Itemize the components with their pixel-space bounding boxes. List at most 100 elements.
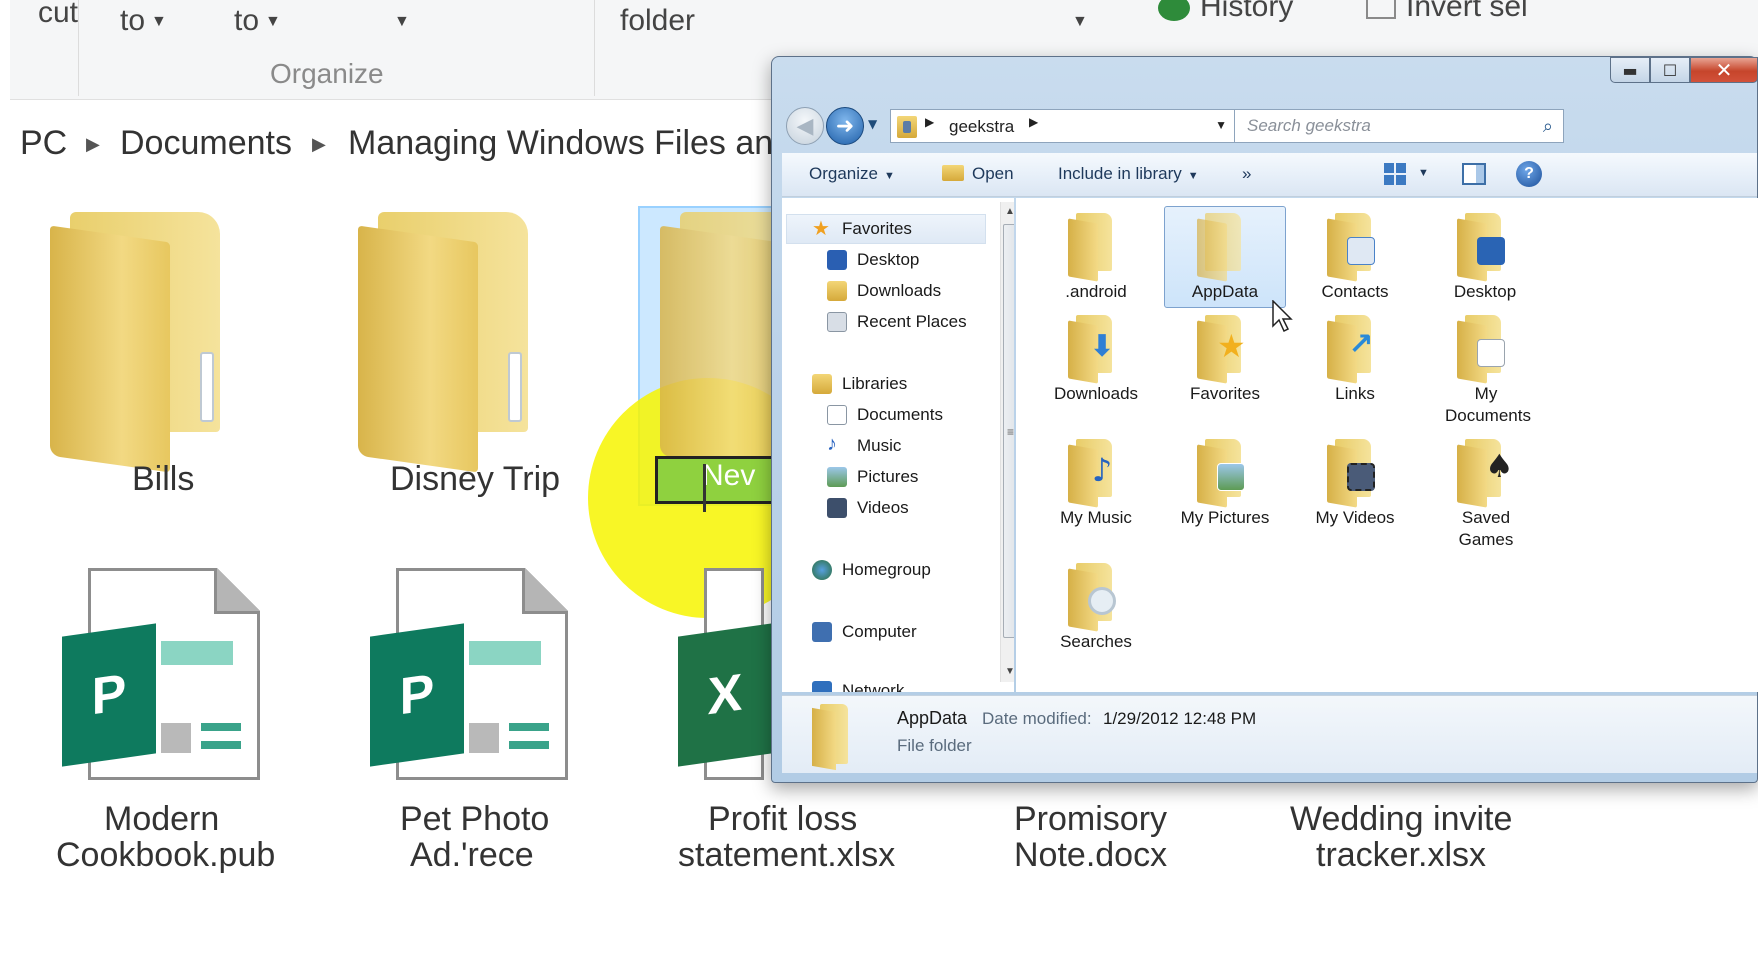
folder-favorites[interactable]: ★ Favorites xyxy=(1164,308,1286,410)
file-promisory-note-label-2: Note.docx xyxy=(1014,836,1168,874)
help-icon[interactable]: ? xyxy=(1516,161,1542,187)
breadcrumb-current-folder[interactable]: Managing Windows Files and xyxy=(348,124,792,163)
address-arrow-icon[interactable]: ▶ xyxy=(925,115,934,129)
ribbon-new-item-dropdown[interactable]: ▼ xyxy=(1066,4,1088,38)
folder-bills-label: Bills xyxy=(132,460,195,498)
ribbon-history[interactable]: History xyxy=(1158,0,1293,24)
address-arrow-icon[interactable]: ▶ xyxy=(1029,115,1038,129)
include-in-library-menu[interactable]: Include in library ▼ xyxy=(1058,164,1199,184)
folder-downloads[interactable]: ⬇ Downloads xyxy=(1035,308,1157,410)
ribbon-delete-dropdown[interactable]: ▼ xyxy=(388,4,410,38)
back-button[interactable]: ◀ xyxy=(786,107,824,145)
file-pet-photo-ad-label-2: Ad.'rece xyxy=(410,836,534,874)
navigation-pane: ★ Favorites Desktop Downloads Recent Plac… xyxy=(782,198,1014,692)
details-name: AppData xyxy=(897,708,968,728)
address-bar[interactable]: ▶ geekstra ▶ ▼ xyxy=(890,109,1236,143)
desktop-icon xyxy=(827,250,847,270)
file-pet-photo-ad-label: Pet Photo xyxy=(400,800,550,838)
links-folder-icon: ↗ xyxy=(1325,315,1387,384)
ribbon-copy-to[interactable]: to ▼ xyxy=(234,4,281,38)
contacts-overlay xyxy=(1347,237,1375,265)
close-button[interactable]: ✕ xyxy=(1690,57,1758,83)
file-wedding-invite-label-2: tracker.xlsx xyxy=(1316,836,1487,874)
my-videos-icon xyxy=(1325,439,1387,508)
file-promisory-note-label: Promisory xyxy=(1014,800,1168,838)
recent-pages-dropdown[interactable]: ▼ xyxy=(868,117,877,131)
my-pictures-icon xyxy=(1195,439,1257,508)
folder-desktop[interactable]: Desktop xyxy=(1424,206,1546,308)
ribbon-new-folder[interactable]: folder xyxy=(620,4,695,38)
breadcrumb-arrow-icon[interactable]: ▶ xyxy=(86,134,100,155)
search-input[interactable]: Search geekstra ⌕ xyxy=(1234,109,1564,143)
scroll-thumb[interactable]: ≡ xyxy=(1003,224,1014,638)
organize-menu[interactable]: Organize ▼ xyxy=(809,164,895,184)
scroll-down-icon[interactable]: ▼ xyxy=(1005,666,1014,677)
view-options-dropdown[interactable]: ▼ xyxy=(1418,167,1429,179)
folder-my-pictures[interactable]: My Pictures xyxy=(1164,432,1286,534)
search-icon[interactable]: ⌕ xyxy=(1543,116,1553,137)
my-music-icon: ♪ xyxy=(1066,439,1128,508)
saved-games-icon: ♠ xyxy=(1455,439,1517,508)
folder-links[interactable]: ↗ Links xyxy=(1294,308,1416,410)
contacts-icon xyxy=(1325,213,1387,282)
address-history-dropdown[interactable]: ▼ xyxy=(1215,118,1227,132)
ribbon-group-organize: Organize xyxy=(270,58,384,89)
folder-my-videos[interactable]: My Videos xyxy=(1294,432,1416,534)
computer-icon xyxy=(812,622,832,642)
selected-folder-icon xyxy=(812,704,856,771)
details-date-label: Date modified: xyxy=(982,709,1092,728)
breadcrumb-documents[interactable]: Documents xyxy=(120,124,292,163)
network-icon xyxy=(812,681,832,692)
maximize-button[interactable]: ☐ xyxy=(1650,57,1690,83)
user-folder-icon xyxy=(897,116,917,138)
folder-my-music[interactable]: ♪ My Music xyxy=(1035,432,1157,534)
forward-button[interactable]: ➜ xyxy=(826,107,864,145)
open-button[interactable]: Open xyxy=(942,164,1014,184)
navigation-scrollbar[interactable]: ▲ ≡ ▼ xyxy=(1000,202,1014,682)
scroll-up-icon[interactable]: ▲ xyxy=(1005,206,1014,217)
address-path[interactable]: geekstra xyxy=(949,117,1014,137)
explorer-window[interactable]: ▬ ☐ ✕ ◀ ➜ ▼ ▶ geekstra ▶ ▼ ⇆ Search geek… xyxy=(771,56,1758,783)
preview-pane-icon[interactable] xyxy=(1462,163,1486,185)
pictures-icon xyxy=(827,467,847,487)
scroll-grip-icon: ≡ xyxy=(1007,425,1014,439)
file-profit-loss-label: Profit loss xyxy=(708,800,858,838)
new-folder-icon xyxy=(660,212,830,473)
breadcrumb-pc[interactable]: PC xyxy=(20,124,67,163)
rename-input[interactable]: Nev xyxy=(655,456,785,504)
minimize-button[interactable]: ▬ xyxy=(1610,57,1650,83)
change-view-icon[interactable] xyxy=(1384,163,1406,185)
folder-android[interactable]: .android xyxy=(1035,206,1157,308)
folder-saved-games[interactable]: ♠ Saved Games xyxy=(1424,432,1546,556)
open-folder-icon xyxy=(942,165,964,181)
folder-bills[interactable] xyxy=(50,212,250,473)
mouse-pointer-icon xyxy=(1272,300,1293,333)
folder-my-documents[interactable]: My Documents xyxy=(1424,308,1546,432)
folder-searches[interactable]: Searches xyxy=(1035,556,1157,658)
ribbon-cut[interactable]: cut xyxy=(38,0,78,30)
breadcrumb-arrow-icon[interactable]: ▶ xyxy=(312,134,326,155)
details-pane: AppData Date modified: 1/29/2012 12:48 P… xyxy=(782,695,1757,773)
documents-icon xyxy=(827,405,847,425)
favorites-folder-icon: ★ xyxy=(1195,315,1257,384)
file-modern-cookbook-label-2: Cookbook.pub xyxy=(56,836,276,874)
folder-disney-trip-label: Disney Trip xyxy=(390,460,561,498)
publisher-icon: P xyxy=(370,623,464,767)
folder-contacts[interactable]: Contacts xyxy=(1294,206,1416,308)
folder-appdata[interactable]: AppData xyxy=(1164,206,1286,308)
libraries-icon xyxy=(812,374,832,394)
more-commands-button[interactable]: » xyxy=(1242,164,1251,184)
history-icon xyxy=(1158,0,1190,22)
folder-disney-trip[interactable] xyxy=(358,212,558,473)
ribbon-invert-selection[interactable]: Invert sel xyxy=(1366,0,1528,24)
file-modern-cookbook-label: Modern xyxy=(104,800,220,838)
text-cursor-icon xyxy=(703,464,706,512)
details-date-value: 1/29/2012 12:48 PM xyxy=(1103,709,1257,728)
excel-icon: X xyxy=(678,623,772,767)
caption-buttons: ▬ ☐ ✕ xyxy=(1610,57,1758,89)
folder-icon xyxy=(1195,213,1257,282)
music-icon: ♪ xyxy=(827,433,837,455)
recent-places-icon xyxy=(827,312,847,332)
ribbon-move-to[interactable]: to ▼ xyxy=(120,4,167,38)
file-wedding-invite-label: Wedding invite xyxy=(1290,800,1513,838)
